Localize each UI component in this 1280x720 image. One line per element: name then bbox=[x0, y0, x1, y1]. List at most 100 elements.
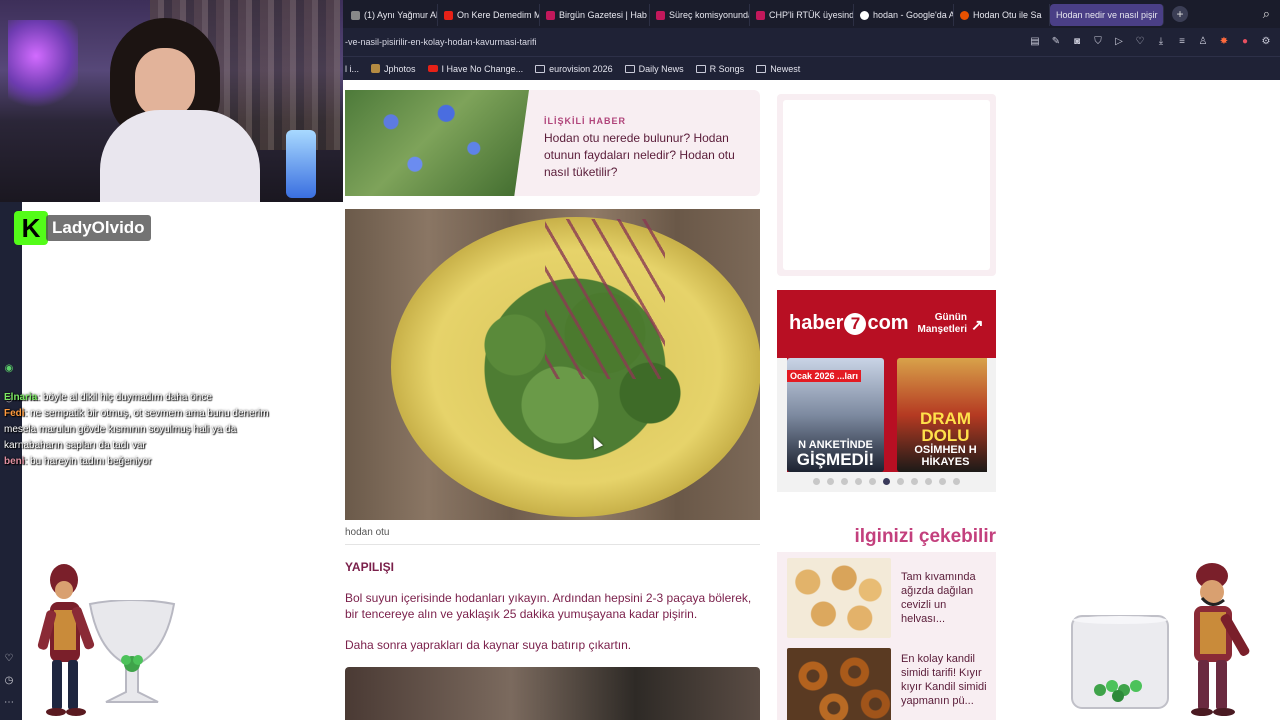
folder-icon bbox=[535, 64, 546, 73]
bookmark-youtube[interactable]: I Have No Change... bbox=[427, 63, 524, 74]
headline-text: DRAM DOLU OSİMHEN H HİKAYES bbox=[897, 410, 987, 468]
helva-image bbox=[787, 558, 891, 638]
related-news-card[interactable]: İLİŞKİLİ HABER Hodan otu nerede bulunur?… bbox=[345, 90, 760, 196]
record-icon[interactable]: ● bbox=[1239, 36, 1251, 48]
carousel-dot[interactable] bbox=[869, 478, 876, 485]
google-icon bbox=[860, 10, 869, 20]
carousel-dot[interactable] bbox=[883, 478, 890, 485]
gunun-mansetleri-label[interactable]: Günün Manşetleri bbox=[911, 312, 967, 336]
menu-icon[interactable]: ≡ bbox=[1176, 36, 1188, 48]
headline-carousel[interactable]: Ocak 2026 ...ları N ANKETİNDE GİŞMEDİ! DR… bbox=[787, 358, 987, 472]
glass-cup-right bbox=[1071, 615, 1169, 709]
arrow-up-right-icon[interactable]: ↗ bbox=[971, 316, 984, 334]
tab-label: On Kere Demedim M bbox=[457, 10, 540, 20]
folder-icon bbox=[695, 64, 706, 73]
hodan-stems bbox=[545, 219, 665, 379]
birgun-icon bbox=[656, 10, 665, 20]
reader-icon[interactable]: ▤ bbox=[1029, 36, 1041, 48]
section-title: YAPILIŞI bbox=[345, 560, 394, 574]
headline-big: DRAM DOLU bbox=[920, 409, 971, 445]
chat-text: karnabaharın sapları da tadı var bbox=[4, 440, 146, 451]
shield-icon[interactable]: ⛉ bbox=[1092, 36, 1104, 48]
bookmark-item[interactable]: l i... bbox=[345, 64, 359, 74]
webcam-overlay bbox=[0, 0, 343, 202]
screen: (1) Aynı Yağmur Altın On Kere Demedim M … bbox=[0, 0, 1280, 720]
tab-1[interactable]: On Kere Demedim M bbox=[438, 4, 540, 26]
carousel-dot[interactable] bbox=[953, 478, 960, 485]
settings-icon[interactable]: ⚙ bbox=[1260, 36, 1272, 48]
tab-label: Hodan Otu ile Sa bbox=[973, 10, 1042, 20]
tab-3[interactable]: Süreç komisyonunda bbox=[650, 4, 750, 26]
play-icon[interactable]: ▷ bbox=[1113, 36, 1125, 48]
image-caption: hodan otu bbox=[345, 527, 390, 538]
tab-6[interactable]: Hodan Otu ile Sa bbox=[954, 4, 1050, 26]
suggestion-text[interactable]: En kolay kandil simidi tarifi! Kıyır kıy… bbox=[901, 652, 987, 708]
carousel-dot[interactable] bbox=[855, 478, 862, 485]
tab-label: CHP'li RTÜK üyesinde bbox=[769, 10, 854, 20]
carousel-dot[interactable] bbox=[939, 478, 946, 485]
bookmark-folder-eurovision[interactable]: eurovision 2026 bbox=[535, 64, 613, 74]
carousel-dot[interactable] bbox=[911, 478, 918, 485]
more-icon[interactable]: ⋯ bbox=[2, 696, 16, 710]
carousel-dot[interactable] bbox=[827, 478, 834, 485]
tab-5[interactable]: hodan - Google'da A bbox=[854, 4, 954, 26]
youtube-icon bbox=[427, 65, 438, 72]
chat-message: beni: bu hareyin tadını beğeniyor bbox=[4, 456, 152, 467]
suggestion-item[interactable]: Tam kıvamında ağızda dağılan cevizli un … bbox=[787, 558, 992, 640]
heart-icon[interactable]: ♡ bbox=[1134, 36, 1146, 48]
bookmark-jphotos[interactable]: Jphotos bbox=[371, 64, 416, 74]
headline-badge: Ocak 2026 ...ları bbox=[787, 370, 862, 382]
heart-icon[interactable]: ♡ bbox=[2, 652, 16, 666]
bookmark-folder-daily-news[interactable]: Daily News bbox=[624, 63, 684, 74]
birgun-icon bbox=[546, 10, 555, 20]
profile-icon[interactable]: ♙ bbox=[1197, 36, 1209, 48]
bookmark-folder-newest[interactable]: Newest bbox=[756, 64, 800, 74]
carousel-dot[interactable] bbox=[897, 478, 904, 485]
article-paragraph: Daha sonra yaprakları da kaynar suya bat… bbox=[345, 638, 632, 652]
headline-card[interactable]: DRAM DOLU OSİMHEN H HİKAYES bbox=[897, 358, 987, 472]
bookmark-label: l i... bbox=[345, 63, 360, 74]
bookmark-label: I Have No Change... bbox=[441, 63, 524, 74]
chat-text: bu hareyin tadını beğeniyor bbox=[30, 456, 152, 467]
edit-icon[interactable]: ✎ bbox=[1050, 36, 1062, 48]
download-icon[interactable]: ⤓ bbox=[1155, 36, 1167, 48]
chat-text: mesela marulun gövde kısmının soyulmuş h… bbox=[4, 424, 237, 435]
youtube-icon bbox=[444, 10, 453, 20]
tab-7-active[interactable]: Hodan nedir ve nasıl pişir bbox=[1050, 4, 1164, 26]
bookmark-label: Daily News bbox=[638, 63, 684, 74]
tab-2[interactable]: Birgün Gazetesi | Hab bbox=[540, 4, 650, 26]
haber7-widget[interactable]: haber 7 com Günün Manşetleri ↗ Ocak 2026 .… bbox=[777, 290, 996, 492]
haber7-logo[interactable]: haber 7 com bbox=[789, 312, 909, 335]
related-news-kicker: İLİŞKİLİ HABER bbox=[544, 116, 627, 126]
new-tab-button[interactable]: + bbox=[1172, 6, 1188, 22]
headline-card[interactable]: Ocak 2026 ...ları N ANKETİNDE GİŞMEDİ! bbox=[787, 358, 884, 472]
carousel-dot[interactable] bbox=[813, 478, 820, 485]
chat-username: Elnaria bbox=[4, 392, 38, 403]
bookmark-folder-r-songs[interactable]: R Songs bbox=[695, 63, 745, 74]
folder-icon bbox=[756, 64, 767, 73]
chat-username: Fedi bbox=[4, 408, 25, 419]
logo-seven: 7 bbox=[844, 313, 867, 335]
related-news-title[interactable]: Hodan otu nerede bulunur? Hodan otunun f… bbox=[544, 130, 749, 181]
carousel-dot[interactable] bbox=[925, 478, 932, 485]
camera-icon[interactable]: ◙ bbox=[1071, 36, 1083, 48]
whatsapp-icon[interactable]: ◉ bbox=[2, 362, 16, 376]
suggestion-text[interactable]: Tam kıvamında ağızda dağılan cevizli un … bbox=[901, 570, 987, 626]
bookmark-label: R Songs bbox=[709, 63, 745, 74]
carousel-dot[interactable] bbox=[841, 478, 848, 485]
history-icon[interactable]: ◷ bbox=[2, 674, 16, 688]
tab-label: Hodan nedir ve nasıl pişir bbox=[1056, 10, 1158, 20]
logo-text: com bbox=[867, 312, 909, 334]
headline-small: OSİMHEN H HİKAYES bbox=[914, 444, 977, 468]
chat-message: Elnaria: böyle al dikil hiç duymadım dah… bbox=[4, 392, 212, 403]
article-paragraph: Bol suyun içerisinde hodanları yıkayın. … bbox=[345, 591, 752, 621]
streamer-body bbox=[100, 110, 260, 202]
search-tabs-icon[interactable]: ⌕ bbox=[1263, 6, 1270, 22]
tab-0[interactable]: (1) Aynı Yağmur Altın bbox=[345, 4, 438, 26]
tab-label: hodan - Google'da A bbox=[873, 10, 954, 20]
extension-icon[interactable]: ✸ bbox=[1218, 36, 1230, 48]
url-field[interactable]: -ve-nasil-pisirilir-en-kolay-hodan-kavur… bbox=[345, 37, 537, 47]
bookmark-label: Jphotos bbox=[384, 63, 416, 74]
tab-4[interactable]: CHP'li RTÜK üyesinde bbox=[750, 4, 854, 26]
suggestion-item[interactable]: En kolay kandil simidi tarifi! Kıyır kıy… bbox=[787, 648, 992, 720]
